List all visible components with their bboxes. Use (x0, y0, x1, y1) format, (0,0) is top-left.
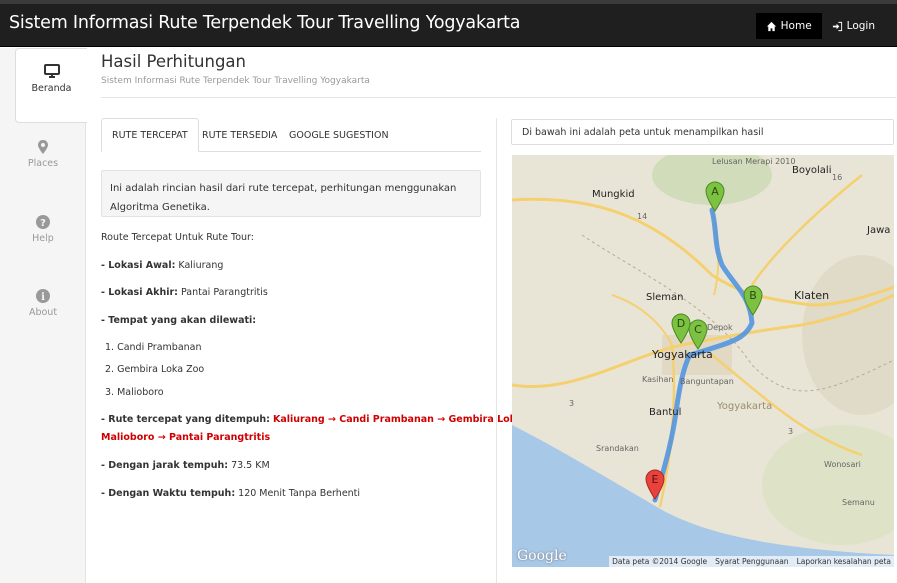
marker-d-label: D (677, 317, 685, 330)
list-item: 3. Malioboro (105, 387, 164, 398)
nav-right: Home Login (755, 13, 885, 39)
route-map[interactable]: Lelusan Merapi 2010 Boyolali Mungkid Jaw… (512, 155, 894, 567)
question-icon: ? (36, 215, 50, 229)
map-label-road-14: 14 (637, 212, 648, 221)
map-label-road-3b: 3 (788, 427, 794, 436)
sidebar-item-label: Beranda (31, 83, 72, 94)
tab-rute-tersedia[interactable]: RUTE TERSEDIA (202, 118, 277, 152)
map-label-road-16: 16 (832, 173, 843, 182)
distance: - Dengan jarak tempuh: 73.5 KM (101, 460, 270, 471)
marker-b-label: B (749, 289, 757, 302)
map-label-road-3a: 3 (569, 399, 575, 408)
map-copyright: Data peta ©2014 Google (612, 557, 708, 566)
distance-value: 73.5 KM (231, 460, 270, 471)
sidebar-item-beranda[interactable]: Beranda (15, 48, 87, 123)
map-header: Di bawah ini adalah peta untuk menampilk… (511, 119, 894, 145)
map-label-merapi: Lelusan Merapi 2010 (712, 157, 796, 166)
map-label-klaten: Klaten (794, 289, 830, 302)
map-report-link[interactable]: Laporkan kesalahan peta (797, 557, 891, 566)
travel-time: - Dengan Waktu tempuh: 120 Menit Tanpa B… (101, 488, 360, 499)
marker-a-label: A (711, 185, 719, 198)
nav-home-label: Home (780, 20, 812, 32)
marker-b[interactable]: B (742, 284, 764, 316)
marker-e[interactable]: E (644, 468, 666, 500)
end-label: - Lokasi Akhir: (101, 287, 178, 298)
route-label: - Rute tercepat yang ditempuh: (101, 414, 270, 425)
navbar: Sistem Informasi Rute Terpendek Tour Tra… (0, 4, 897, 47)
map-label-banguntapan: Banguntapan (680, 377, 734, 386)
sidebar: Beranda Places ? Help i About (0, 48, 87, 583)
map-footer: Data peta ©2014 Google Syarat Penggunaan… (609, 556, 894, 567)
map-canvas (512, 155, 894, 567)
marker-d[interactable]: D (670, 312, 692, 344)
svg-text:i: i (41, 292, 45, 303)
map-label-srandakan: Srandakan (596, 444, 639, 453)
map-label-mungkid: Mungkid (592, 189, 635, 200)
via-label: - Tempat yang akan dilewati: (101, 315, 257, 326)
route-line-2: Malioboro → Pantai Parangtritis (101, 432, 271, 443)
map-terms-link[interactable]: Syarat Penggunaan (715, 557, 788, 566)
marker-c-label: C (694, 323, 702, 336)
info-icon: i (36, 289, 50, 303)
route-heading: Route Tercepat Untuk Rute Tour: (101, 232, 254, 243)
via-heading: - Tempat yang akan dilewati: (101, 315, 256, 326)
sidebar-item-label: Places (27, 158, 59, 169)
nav-home-button[interactable]: Home (755, 13, 822, 39)
sidebar-item-label: Help (32, 233, 54, 244)
route-result-continued: Malioboro → Pantai Parangtritis (101, 432, 270, 443)
tab-google-sugestion[interactable]: GOOGLE SUGESTION (289, 118, 389, 152)
list-item: 2. Gembira Loka Zoo (105, 364, 205, 375)
sidebar-item-help[interactable]: ? Help (0, 215, 86, 244)
map-label-sleman: Sleman (646, 292, 684, 303)
start-value: Kaliurang (178, 260, 224, 271)
info-box: Ini adalah rincian hasil dari rute terce… (101, 170, 481, 217)
map-label-bantul: Bantul (649, 407, 682, 418)
map-label-kasihan: Kasihan (642, 375, 674, 384)
sidebar-item-places[interactable]: Places (0, 140, 86, 169)
start-label: - Lokasi Awal: (101, 260, 176, 271)
sidebar-item-about[interactable]: i About (0, 289, 86, 318)
marker-e-label: E (652, 473, 659, 486)
distance-label: - Dengan jarak tempuh: (101, 460, 229, 471)
route-result: - Rute tercepat yang ditempuh: Kaliurang… (101, 414, 557, 425)
login-icon (832, 21, 842, 31)
marker-a[interactable]: A (704, 180, 726, 212)
map-label-boyolali: Boyolali (792, 165, 832, 176)
svg-text:?: ? (40, 218, 46, 229)
map-label-wonosari: Wonosari (824, 460, 861, 469)
end-location: - Lokasi Akhir: Pantai Parangtritis (101, 287, 268, 298)
map-label-yogyakarta-region: Yogyakarta (717, 401, 773, 412)
nav-login-button[interactable]: Login (822, 13, 885, 39)
home-icon (766, 21, 776, 31)
title-divider (101, 97, 896, 98)
map-label-depok: Depok (707, 323, 733, 332)
page-title: Hasil Perhitungan (101, 52, 247, 71)
result-tabs: RUTE TERCEPAT RUTE TERSEDIA GOOGLE SUGES… (101, 118, 481, 152)
tab-rute-tercepat[interactable]: RUTE TERCEPAT (101, 118, 199, 152)
list-item: 1. Candi Prambanan (105, 342, 202, 353)
time-label: - Dengan Waktu tempuh: (101, 488, 236, 499)
map-marker-icon (38, 140, 48, 154)
page-subtitle: Sistem Informasi Rute Terpendek Tour Tra… (101, 76, 370, 86)
map-label-jawa: Jawa (867, 225, 891, 236)
time-value: 120 Menit Tanpa Berhenti (238, 488, 361, 499)
desktop-icon (43, 64, 60, 78)
end-value: Pantai Parangtritis (180, 287, 268, 298)
google-logo[interactable]: Google (517, 548, 567, 564)
start-location: - Lokasi Awal: Kaliurang (101, 260, 223, 271)
sidebar-item-label: About (28, 307, 58, 318)
column-divider (496, 118, 497, 583)
app-title[interactable]: Sistem Informasi Rute Terpendek Tour Tra… (9, 13, 520, 33)
map-label-semanu: Semanu (842, 498, 875, 507)
nav-login-label: Login (846, 20, 875, 32)
